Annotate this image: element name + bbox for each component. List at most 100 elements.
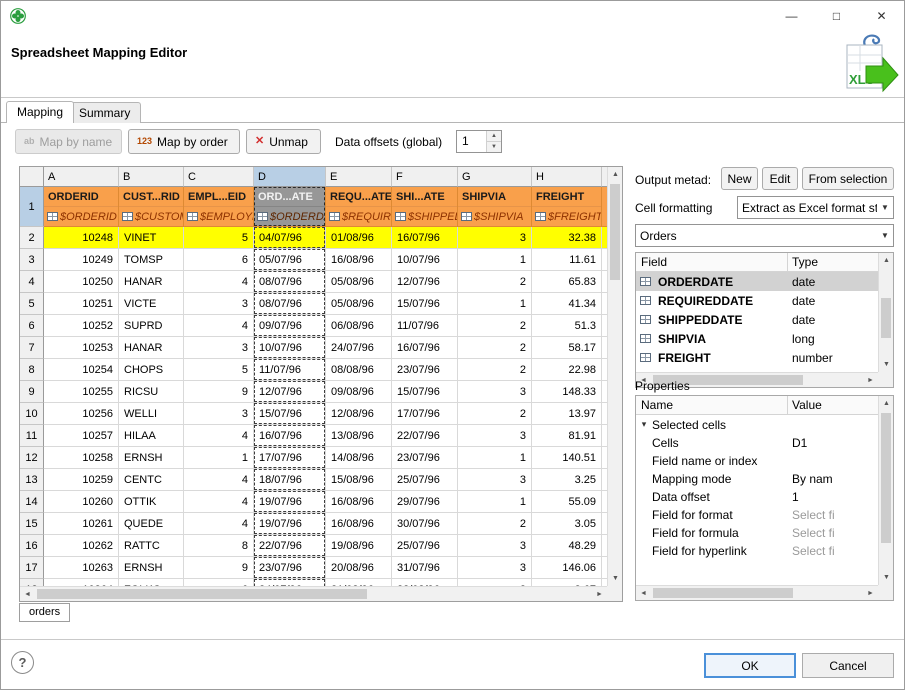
cell-G17[interactable]: 3	[458, 557, 532, 579]
cell-C8[interactable]: 5	[184, 359, 254, 381]
cell-formatting-combo[interactable]: Extract as Excel format stri ▼	[737, 196, 894, 219]
cell-C5[interactable]: 3	[184, 293, 254, 315]
cell-A5[interactable]: 10251	[44, 293, 119, 315]
row-header-8[interactable]: 8	[20, 359, 44, 381]
cell-D18[interactable]: 24/07/96	[254, 579, 326, 586]
property-row[interactable]: Field for hyperlinkSelect fi	[636, 542, 878, 560]
mapped-header-cell-D[interactable]: ORD...ATE$ORDERDA	[254, 187, 326, 227]
cell-A17[interactable]: 10263	[44, 557, 119, 579]
cell-G4[interactable]: 2	[458, 271, 532, 293]
data-offset-spinner[interactable]: 1 ▲ ▼	[456, 130, 502, 153]
cell-D2[interactable]: 04/07/96	[254, 227, 326, 249]
chevron-down-icon[interactable]: ▼	[877, 231, 893, 240]
column-header-G[interactable]: G	[458, 167, 532, 187]
cell-D9[interactable]: 12/07/96	[254, 381, 326, 403]
cell-C4[interactable]: 4	[184, 271, 254, 293]
cell-A18[interactable]: 10264	[44, 579, 119, 586]
properties-vertical-scrollbar[interactable]: ▲ ▼	[878, 396, 893, 585]
mapped-header-cell-H[interactable]: FREIGHT$FREIGHT	[532, 187, 602, 227]
cell-A2[interactable]: 10248	[44, 227, 119, 249]
cell-F8[interactable]: 23/07/96	[392, 359, 458, 381]
mapped-header-cell-C[interactable]: EMPL...EID$EMPLOYEE	[184, 187, 254, 227]
column-header-H[interactable]: H	[532, 167, 602, 187]
cell-H7[interactable]: 58.17	[532, 337, 602, 359]
scroll-right-icon[interactable]: ►	[863, 586, 878, 601]
cell-A10[interactable]: 10256	[44, 403, 119, 425]
cell-D14[interactable]: 19/07/96	[254, 491, 326, 513]
cell-E2[interactable]: 01/08/96	[326, 227, 392, 249]
cell-C6[interactable]: 4	[184, 315, 254, 337]
cell-D8[interactable]: 11/07/96	[254, 359, 326, 381]
cell-G6[interactable]: 2	[458, 315, 532, 337]
cell-B9[interactable]: RICSU	[119, 381, 184, 403]
row-header-5[interactable]: 5	[20, 293, 44, 315]
row-header-12[interactable]: 12	[20, 447, 44, 469]
cell-C17[interactable]: 9	[184, 557, 254, 579]
cell-H16[interactable]: 48.29	[532, 535, 602, 557]
cell-E5[interactable]: 05/08/96	[326, 293, 392, 315]
cell-E12[interactable]: 14/08/96	[326, 447, 392, 469]
cell-F5[interactable]: 15/07/96	[392, 293, 458, 315]
grid-horizontal-scrollbar[interactable]: ◄ ►	[20, 586, 607, 601]
value-column-header[interactable]: Value	[788, 396, 878, 414]
cell-C2[interactable]: 5	[184, 227, 254, 249]
cell-F14[interactable]: 29/07/96	[392, 491, 458, 513]
cell-E18[interactable]: 21/08/96	[326, 579, 392, 586]
cell-B3[interactable]: TOMSP	[119, 249, 184, 271]
cell-H15[interactable]: 3.05	[532, 513, 602, 535]
cell-A7[interactable]: 10253	[44, 337, 119, 359]
cell-H17[interactable]: 146.06	[532, 557, 602, 579]
edit-metadata-button[interactable]: Edit	[762, 167, 798, 190]
cell-F2[interactable]: 16/07/96	[392, 227, 458, 249]
data-offset-value[interactable]: 1	[457, 131, 486, 152]
cell-C14[interactable]: 4	[184, 491, 254, 513]
scroll-right-icon[interactable]: ►	[592, 587, 607, 602]
scroll-down-icon[interactable]: ▼	[879, 570, 894, 585]
cell-B18[interactable]: FOLKO	[119, 579, 184, 586]
column-header-D[interactable]: D	[254, 167, 326, 187]
cell-A15[interactable]: 10261	[44, 513, 119, 535]
column-header-E[interactable]: E	[326, 167, 392, 187]
scrollbar-thumb[interactable]	[610, 184, 620, 280]
cell-E13[interactable]: 15/08/96	[326, 469, 392, 491]
help-button[interactable]: ?	[11, 651, 34, 674]
cell-H3[interactable]: 11.61	[532, 249, 602, 271]
grid-corner-cell[interactable]	[20, 167, 44, 187]
tab-summary[interactable]: Summary	[68, 102, 141, 123]
sheet-tab-orders[interactable]: orders	[19, 603, 70, 622]
row-header-17[interactable]: 17	[20, 557, 44, 579]
cell-A9[interactable]: 10255	[44, 381, 119, 403]
cell-F15[interactable]: 30/07/96	[392, 513, 458, 535]
metadata-combo[interactable]: Orders ▼	[635, 224, 894, 247]
cell-H4[interactable]: 65.83	[532, 271, 602, 293]
cell-F13[interactable]: 25/07/96	[392, 469, 458, 491]
grid-vertical-scrollbar[interactable]: ▲ ▼	[607, 167, 622, 586]
row-header-16[interactable]: 16	[20, 535, 44, 557]
cell-C11[interactable]: 4	[184, 425, 254, 447]
cell-B5[interactable]: VICTE	[119, 293, 184, 315]
property-row[interactable]: Field for formatSelect fi	[636, 506, 878, 524]
field-column-header[interactable]: Field	[636, 253, 788, 271]
scroll-left-icon[interactable]: ◄	[20, 587, 35, 602]
row-header-1[interactable]: 1	[20, 187, 44, 227]
property-row[interactable]: Data offset1	[636, 488, 878, 506]
cell-E9[interactable]: 09/08/96	[326, 381, 392, 403]
cell-E10[interactable]: 12/08/96	[326, 403, 392, 425]
cell-D5[interactable]: 08/07/96	[254, 293, 326, 315]
row-header-10[interactable]: 10	[20, 403, 44, 425]
cell-F12[interactable]: 23/07/96	[392, 447, 458, 469]
scrollbar-thumb[interactable]	[881, 298, 891, 338]
column-header-F[interactable]: F	[392, 167, 458, 187]
property-row[interactable]: Field name or index	[636, 452, 878, 470]
row-header-15[interactable]: 15	[20, 513, 44, 535]
cell-B17[interactable]: ERNSH	[119, 557, 184, 579]
row-header-4[interactable]: 4	[20, 271, 44, 293]
cell-G10[interactable]: 2	[458, 403, 532, 425]
row-header-6[interactable]: 6	[20, 315, 44, 337]
cell-H8[interactable]: 22.98	[532, 359, 602, 381]
cell-G18[interactable]: 3	[458, 579, 532, 586]
row-header-7[interactable]: 7	[20, 337, 44, 359]
cell-A14[interactable]: 10260	[44, 491, 119, 513]
cell-D10[interactable]: 15/07/96	[254, 403, 326, 425]
scroll-left-icon[interactable]: ◄	[636, 586, 651, 601]
